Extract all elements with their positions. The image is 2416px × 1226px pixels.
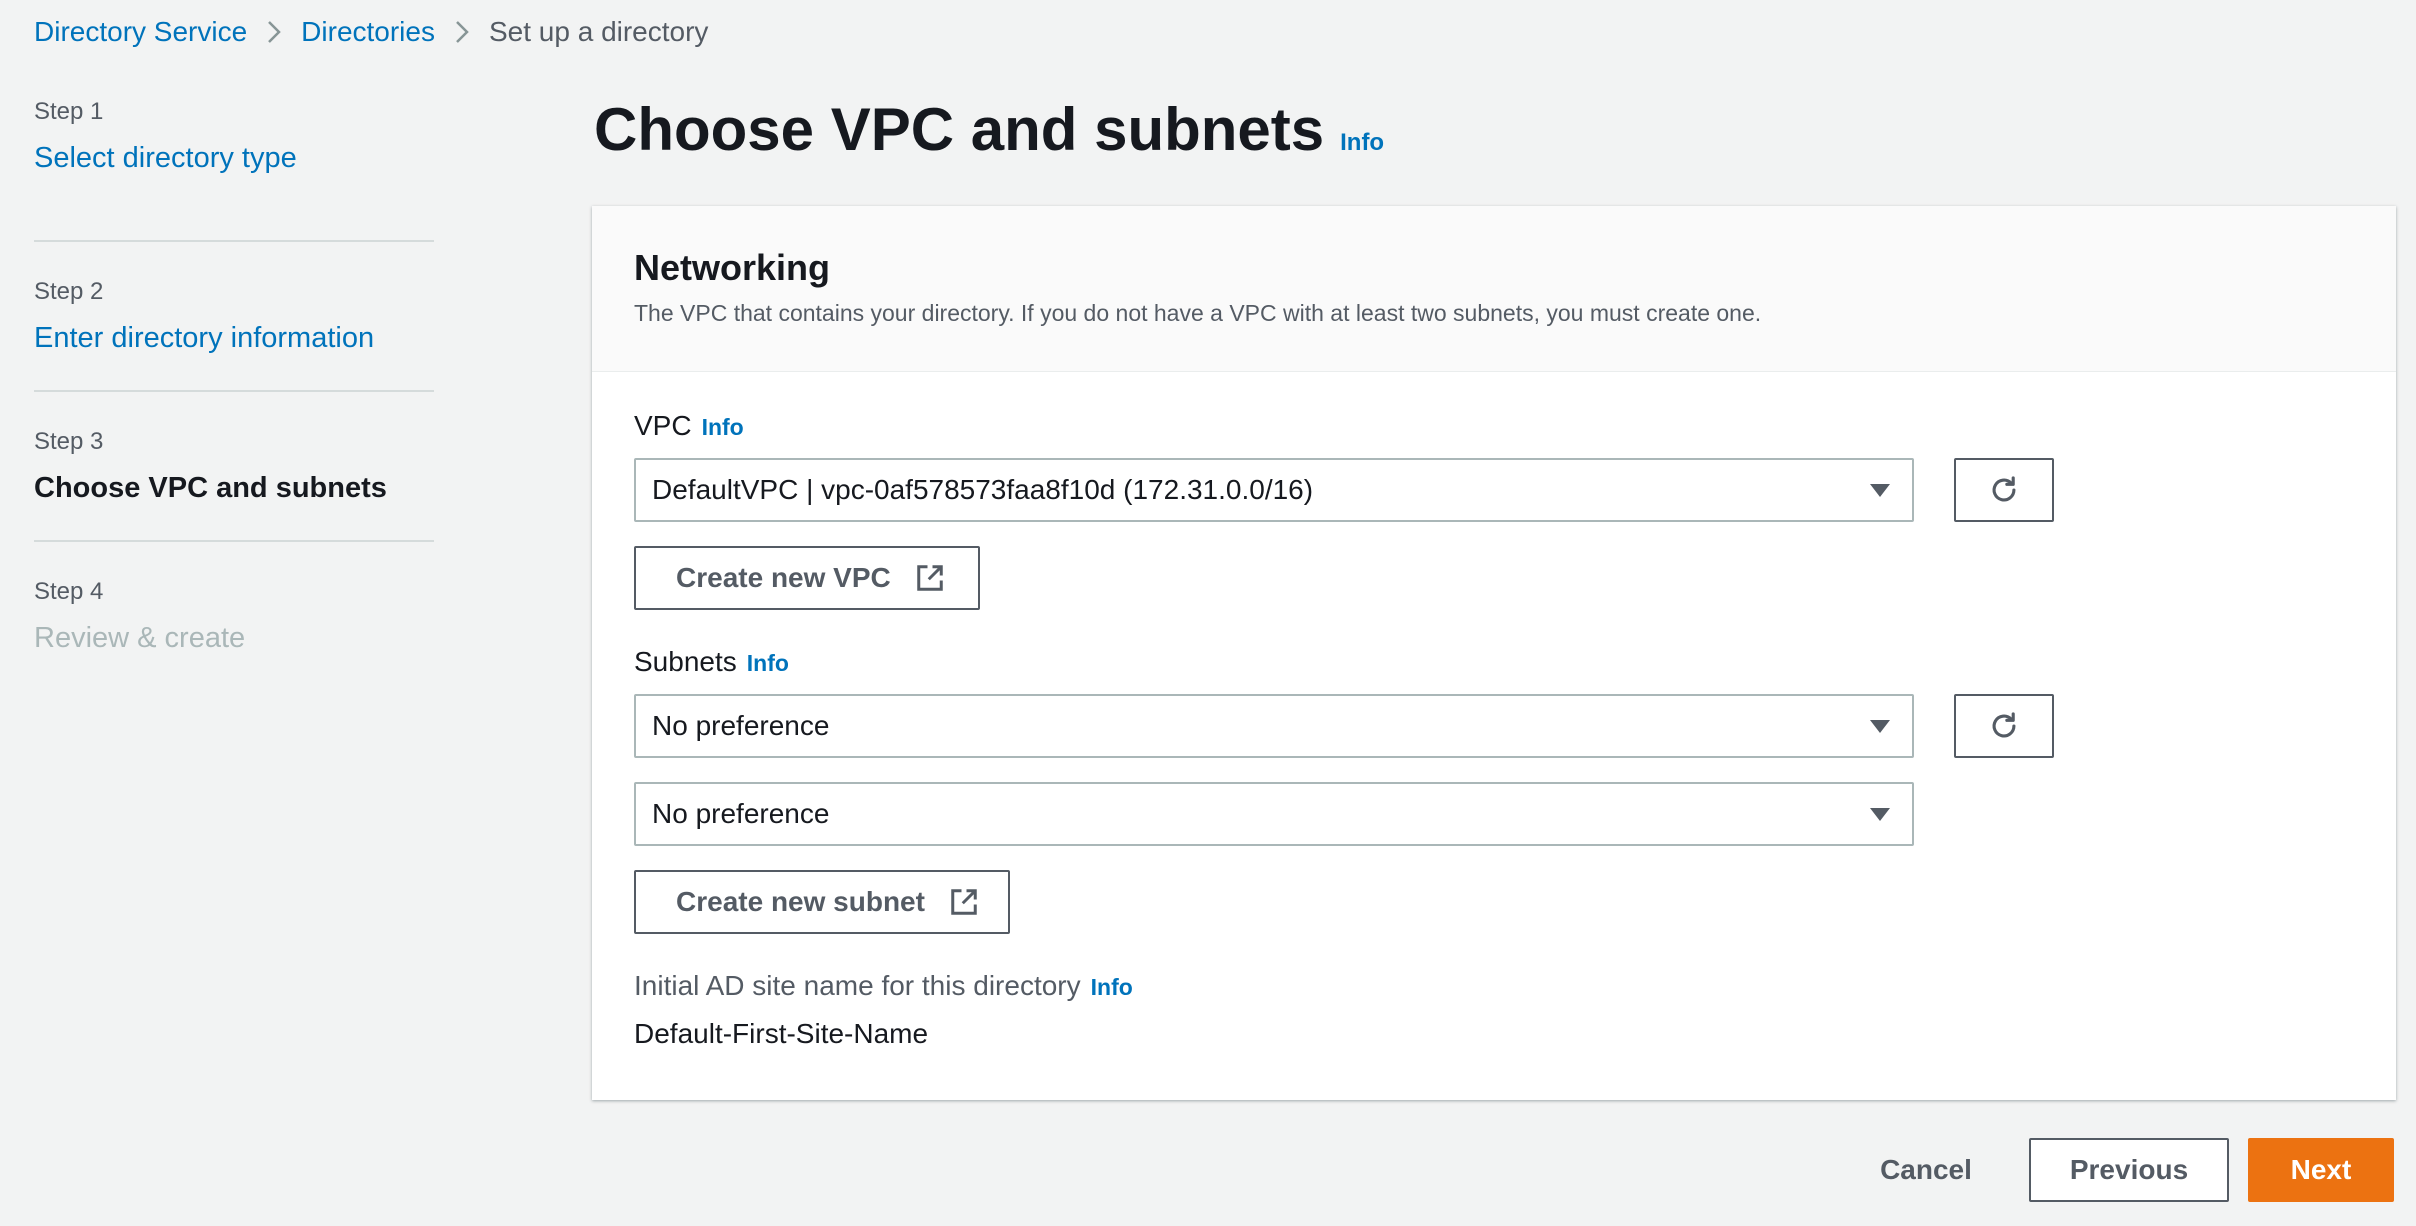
create-new-subnet-button[interactable]: Create new subnet (634, 870, 1010, 934)
step-link-enter-directory-information[interactable]: Enter directory information (34, 320, 434, 356)
refresh-icon (1992, 476, 2016, 502)
step-3: Step 3 Choose VPC and subnets (34, 392, 434, 542)
networking-panel: Networking The VPC that contains your di… (592, 206, 2396, 1100)
chevron-right-icon (455, 20, 469, 44)
networking-description: The VPC that contains your directory. If… (634, 300, 1762, 326)
breadcrumb-directories[interactable]: Directories (301, 16, 435, 48)
step-number: Step 4 (34, 578, 104, 605)
step-number: Step 2 (34, 278, 104, 305)
step-1: Step 1 Select directory type (34, 92, 434, 242)
previous-button[interactable]: Previous (2029, 1138, 2229, 1202)
caret-down-icon (1870, 720, 1890, 733)
ad-site-info-link[interactable]: Info (1091, 974, 1133, 1001)
step-label-review-create: Review & create (34, 622, 246, 654)
step-number: Step 3 (34, 428, 104, 455)
ad-site-value: Default-First-Site-Name (634, 1018, 929, 1049)
breadcrumb-directory-service[interactable]: Directory Service (34, 16, 247, 48)
subnet-2-value: No preference (652, 798, 830, 829)
subnets-info-link[interactable]: Info (747, 650, 789, 677)
refresh-vpc-button[interactable] (1954, 458, 2054, 522)
page-title-text: Choose VPC and subnets (594, 96, 1325, 163)
next-button[interactable]: Next (2248, 1138, 2394, 1202)
refresh-subnets-button[interactable] (1954, 694, 2054, 758)
create-new-vpc-label: Create new VPC (676, 562, 891, 593)
external-link-icon (917, 565, 943, 591)
subnet-1-select[interactable]: No preference (634, 694, 1914, 758)
page-info-link[interactable]: Info (1340, 111, 1384, 175)
refresh-icon (1992, 712, 2016, 738)
page-title: Choose VPC and subnets Info (594, 98, 1384, 175)
ad-site-label-text: Initial AD site name for this directory (634, 970, 1081, 1001)
subnets-label-text: Subnets (634, 646, 737, 677)
external-link-icon (951, 889, 977, 915)
step-4: Step 4 Review & create (34, 542, 434, 692)
vpc-label-text: VPC (634, 410, 692, 441)
step-2: Step 2 Enter directory information (34, 242, 434, 392)
networking-heading: Networking (634, 247, 831, 288)
create-new-vpc-button[interactable]: Create new VPC (634, 546, 980, 610)
ad-site-label: Initial AD site name for this directory … (634, 970, 1133, 1002)
panel-header: Networking The VPC that contains your di… (592, 206, 2396, 372)
vpc-label: VPC Info (634, 410, 744, 442)
chevron-right-icon (267, 20, 281, 44)
caret-down-icon (1870, 484, 1890, 497)
vpc-select-value: DefaultVPC | vpc-0af578573faa8f10d (172.… (652, 474, 1314, 505)
cancel-button[interactable]: Cancel (1850, 1138, 2002, 1202)
step-label-current: Choose VPC and subnets (34, 472, 387, 504)
breadcrumb: Directory Service Directories Set up a d… (34, 12, 708, 52)
subnet-2-select[interactable]: No preference (634, 782, 1914, 846)
subnets-label: Subnets Info (634, 646, 789, 678)
step-number: Step 1 (34, 98, 104, 125)
create-new-subnet-label: Create new subnet (676, 886, 925, 917)
vpc-info-link[interactable]: Info (702, 414, 744, 441)
vpc-select[interactable]: DefaultVPC | vpc-0af578573faa8f10d (172.… (634, 458, 1914, 522)
subnet-1-value: No preference (652, 710, 830, 741)
step-link-select-directory-type[interactable]: Select directory type (34, 140, 434, 176)
wizard-steps: Step 1 Select directory type Step 2 Ente… (34, 92, 434, 692)
breadcrumb-current: Set up a directory (488, 16, 709, 47)
caret-down-icon (1870, 808, 1890, 821)
